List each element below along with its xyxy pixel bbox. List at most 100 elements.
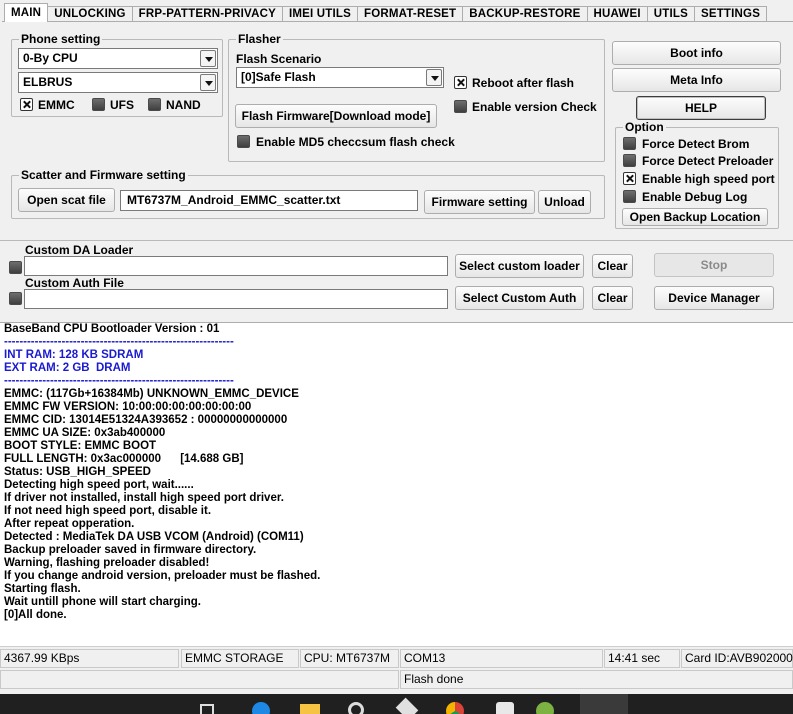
status-message-left bbox=[0, 670, 399, 689]
log-line: ----------------------------------------… bbox=[4, 375, 234, 387]
cpu-select-value: 0-By CPU bbox=[23, 51, 78, 65]
chevron-down-icon[interactable] bbox=[200, 74, 216, 91]
tab-utils[interactable]: UTILS bbox=[646, 6, 695, 22]
custom-loader-divider bbox=[0, 240, 793, 241]
flash-firmware-button[interactable]: Flash Firmware[Download mode] bbox=[235, 104, 437, 128]
app-icon-3[interactable] bbox=[536, 702, 554, 714]
custom-auth-file-checkbox[interactable] bbox=[9, 292, 22, 305]
force-detect-brom-checkbox[interactable] bbox=[623, 137, 636, 150]
model-select[interactable]: ELBRUS bbox=[18, 72, 218, 93]
enable-debug-log-checkbox[interactable] bbox=[623, 190, 636, 203]
ufs-radio[interactable] bbox=[92, 98, 105, 111]
unload-button[interactable]: Unload bbox=[538, 190, 591, 214]
reboot-after-flash-checkbox[interactable] bbox=[454, 76, 467, 89]
custom-auth-file-label: Custom Auth File bbox=[25, 276, 124, 290]
log-line: Detected : MediaTek DA USB VCOM (Android… bbox=[4, 531, 304, 543]
status-cpu: CPU: MT6737M bbox=[300, 649, 399, 668]
firmware-setting-button[interactable]: Firmware setting bbox=[424, 190, 535, 214]
open-scatter-file-button[interactable]: Open scat file bbox=[18, 188, 115, 212]
force-detect-preloader-label: Force Detect Preloader bbox=[642, 154, 774, 168]
flasher-title: Flasher bbox=[236, 32, 283, 46]
enable-version-check-label: Enable version Check bbox=[472, 100, 597, 114]
force-detect-brom-label: Force Detect Brom bbox=[642, 137, 750, 151]
flash-scenario-label: Flash Scenario bbox=[236, 52, 322, 66]
tab-settings[interactable]: SETTINGS bbox=[693, 6, 768, 22]
browser-icon[interactable] bbox=[252, 702, 270, 714]
clear-auth-button[interactable]: Clear bbox=[592, 286, 633, 310]
log-line: EXT RAM: 2 GB DRAM bbox=[4, 362, 131, 374]
help-button[interactable]: HELP bbox=[636, 96, 766, 120]
log-line: BOOT STYLE: EMMC BOOT bbox=[4, 440, 157, 452]
custom-da-loader-checkbox[interactable] bbox=[9, 261, 22, 274]
settings-icon[interactable] bbox=[348, 702, 364, 714]
app-icon-2[interactable] bbox=[496, 702, 514, 714]
emmc-label: EMMC bbox=[38, 98, 75, 112]
log-line: EMMC CID: 13014E51324A393652 : 000000000… bbox=[4, 414, 288, 426]
taskbar-icon[interactable] bbox=[200, 704, 214, 714]
tab-imei-utils[interactable]: IMEI UTILS bbox=[281, 6, 359, 22]
tab-frp-pattern-privacy[interactable]: FRP-PATTERN-PRIVACY bbox=[131, 6, 283, 22]
log-line: EMMC: (117Gb+16384Mb) UNKNOWN_EMMC_DEVIC… bbox=[4, 388, 299, 400]
open-backup-location-button[interactable]: Open Backup Location bbox=[622, 208, 768, 226]
device-manager-button[interactable]: Device Manager bbox=[654, 286, 774, 310]
active-app-icon[interactable] bbox=[580, 694, 628, 714]
log-line: INT RAM: 128 KB SDRAM bbox=[4, 349, 144, 361]
nand-radio[interactable] bbox=[148, 98, 161, 111]
log-line: Status: USB_HIGH_SPEED bbox=[4, 466, 151, 478]
log-line: After repeat opperation. bbox=[4, 518, 135, 530]
chrome-icon[interactable] bbox=[446, 702, 464, 714]
log-line: Wait untill phone will start charging. bbox=[4, 596, 201, 608]
md5-check-checkbox[interactable] bbox=[237, 135, 250, 148]
phone-setting-title: Phone setting bbox=[19, 32, 103, 46]
status-storage: EMMC STORAGE bbox=[181, 649, 299, 668]
enable-version-check-checkbox[interactable] bbox=[454, 100, 467, 113]
meta-info-button[interactable]: Meta Info bbox=[612, 68, 781, 92]
chevron-down-icon[interactable] bbox=[426, 69, 442, 86]
log-line: If not need high speed port, disable it. bbox=[4, 505, 212, 517]
custom-da-loader-field[interactable] bbox=[24, 256, 448, 276]
enable-debug-log-label: Enable Debug Log bbox=[642, 190, 748, 204]
log-line: FULL LENGTH: 0x3ac000000 [14.688 GB] bbox=[4, 453, 244, 465]
chevron-down-icon[interactable] bbox=[200, 50, 216, 67]
folder-icon[interactable] bbox=[300, 704, 320, 714]
log-line: Detecting high speed port, wait...... bbox=[4, 479, 194, 491]
force-detect-preloader-checkbox[interactable] bbox=[623, 154, 636, 167]
scatter-title: Scatter and Firmware setting bbox=[19, 168, 188, 182]
enable-high-speed-port-checkbox[interactable] bbox=[623, 172, 636, 185]
tab-backup-restore[interactable]: BACKUP-RESTORE bbox=[462, 6, 588, 22]
custom-auth-file-field[interactable] bbox=[24, 289, 448, 309]
log-output[interactable]: BaseBand CPU Bootloader Version : 01 ----… bbox=[0, 322, 793, 646]
select-custom-loader-button[interactable]: Select custom loader bbox=[455, 254, 584, 278]
cpu-select[interactable]: 0-By CPU bbox=[18, 48, 218, 69]
stop-button[interactable]: Stop bbox=[654, 253, 774, 277]
md5-check-label: Enable MD5 checcsum flash check bbox=[256, 135, 455, 149]
status-speed: 4367.99 KBps bbox=[0, 649, 179, 668]
log-line: If driver not installed, install high sp… bbox=[4, 492, 284, 504]
flash-scenario-select[interactable]: [0]Safe Flash bbox=[236, 67, 444, 88]
select-custom-auth-button[interactable]: Select Custom Auth bbox=[455, 286, 584, 310]
log-line: Backup preloader saved in firmware direc… bbox=[4, 544, 257, 556]
log-lines: BaseBand CPU Bootloader Version : 01 ----… bbox=[4, 323, 793, 622]
scatter-file-field[interactable]: MT6737M_Android_EMMC_scatter.txt bbox=[120, 190, 418, 211]
ufs-label: UFS bbox=[110, 98, 134, 112]
status-message: Flash done bbox=[400, 670, 793, 689]
nand-label: NAND bbox=[166, 98, 201, 112]
status-bar-message: Flash done bbox=[0, 669, 793, 692]
main-tab-strip: MAIN UNLOCKING FRP-PATTERN-PRIVACY IMEI … bbox=[4, 3, 768, 22]
model-select-value: ELBRUS bbox=[23, 75, 73, 89]
tab-main[interactable]: MAIN bbox=[4, 3, 49, 22]
tab-format-reset[interactable]: FORMAT-RESET bbox=[357, 6, 464, 22]
enable-high-speed-port-label: Enable high speed port bbox=[642, 172, 775, 186]
option-title: Option bbox=[623, 120, 666, 134]
flash-scenario-value: [0]Safe Flash bbox=[241, 70, 316, 84]
tab-unlocking[interactable]: UNLOCKING bbox=[47, 6, 133, 22]
tab-huawei[interactable]: HUAWEI bbox=[586, 6, 648, 22]
log-line: ----------------------------------------… bbox=[4, 336, 234, 348]
app-icon[interactable] bbox=[395, 697, 419, 714]
emmc-radio[interactable] bbox=[20, 98, 33, 111]
reboot-after-flash-label: Reboot after flash bbox=[472, 76, 575, 90]
log-line: BaseBand CPU Bootloader Version : 01 bbox=[4, 323, 220, 335]
clear-loader-button[interactable]: Clear bbox=[592, 254, 633, 278]
custom-da-loader-label: Custom DA Loader bbox=[25, 243, 134, 257]
boot-info-button[interactable]: Boot info bbox=[612, 41, 781, 65]
